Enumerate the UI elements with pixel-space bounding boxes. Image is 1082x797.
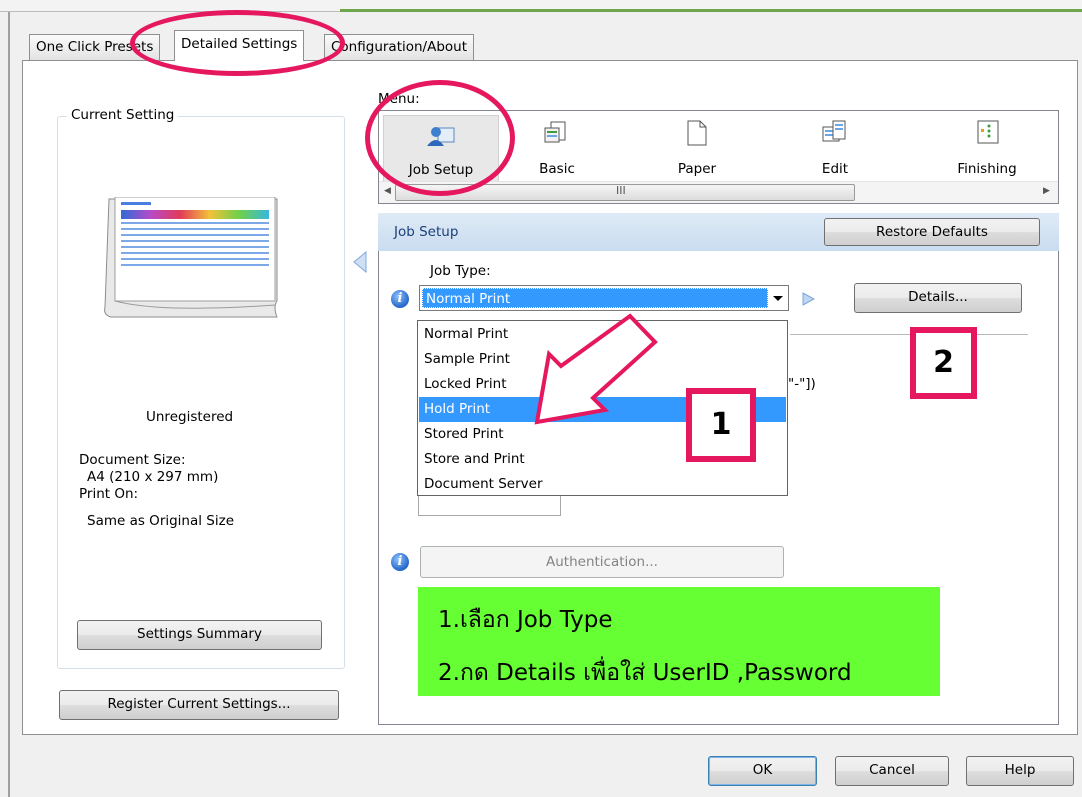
menu-item-finishing[interactable]: Finishing bbox=[929, 111, 1045, 179]
partial-text: "-"]) bbox=[788, 376, 816, 392]
menu-item-label: Edit bbox=[821, 161, 849, 177]
instruction-line-2: 2.กด Details เพื่อใส่ UserID ,Password bbox=[438, 660, 852, 686]
current-setting-title: Current Setting bbox=[67, 107, 179, 123]
help-button[interactable]: Help bbox=[966, 756, 1074, 786]
job-type-label: Job Type: bbox=[430, 263, 491, 279]
annotation-oval-detailed-settings bbox=[130, 10, 345, 76]
scroll-left-arrow-icon[interactable]: ◀ bbox=[384, 186, 391, 196]
info-icon[interactable]: i bbox=[391, 290, 409, 308]
scroll-right-arrow-icon[interactable]: ▶ bbox=[1043, 186, 1050, 196]
authentication-button[interactable]: Authentication... bbox=[420, 546, 784, 578]
instruction-note: 1.เลือก Job Type 2.กด Details เพื่อใส่ U… bbox=[418, 587, 940, 696]
info-icon[interactable]: i bbox=[391, 553, 409, 571]
annotation-arrow-icon bbox=[534, 313, 658, 425]
annotation-marker-1: 1 bbox=[686, 388, 756, 462]
document-size-label: Document Size: bbox=[79, 452, 186, 468]
restore-defaults-button[interactable]: Restore Defaults bbox=[824, 218, 1040, 246]
window-edge bbox=[8, 12, 10, 797]
title-bar-accent bbox=[340, 9, 1082, 12]
collapse-arrow-icon[interactable] bbox=[352, 250, 368, 274]
dropdown-option[interactable]: Document Server bbox=[419, 472, 786, 497]
job-type-selected-value: Normal Print bbox=[422, 288, 768, 308]
document-size-value: A4 (210 x 297 mm) bbox=[87, 469, 219, 485]
ok-button[interactable]: OK bbox=[708, 756, 817, 786]
menu-item-label: Finishing bbox=[957, 161, 1017, 177]
play-arrow-icon bbox=[802, 292, 816, 306]
details-button[interactable]: Details... bbox=[854, 283, 1022, 313]
hidden-input-field[interactable] bbox=[418, 496, 561, 516]
settings-summary-button[interactable]: Settings Summary bbox=[77, 620, 322, 650]
cancel-button[interactable]: Cancel bbox=[835, 756, 949, 786]
page-preview-icon bbox=[104, 197, 278, 318]
edit-icon bbox=[822, 120, 846, 142]
menu-item-basic[interactable]: Basic bbox=[499, 111, 615, 179]
register-current-settings-button[interactable]: Register Current Settings... bbox=[59, 690, 339, 720]
chevron-down-icon[interactable] bbox=[770, 288, 786, 308]
annotation-oval-job-setup bbox=[365, 80, 515, 196]
menu-item-label: Paper bbox=[677, 161, 717, 177]
scroll-grip: III bbox=[616, 184, 626, 197]
menu-item-label: Basic bbox=[539, 161, 575, 177]
basic-icon bbox=[544, 121, 566, 143]
print-on-value: Same as Original Size bbox=[87, 513, 235, 529]
registration-status: Unregistered bbox=[146, 409, 234, 425]
menu-item-edit[interactable]: Edit bbox=[777, 111, 893, 179]
job-setup-title: Job Setup bbox=[394, 224, 459, 240]
finishing-icon bbox=[977, 120, 999, 144]
paper-icon bbox=[687, 120, 707, 146]
separator bbox=[790, 334, 1028, 335]
tab-configuration-about[interactable]: Configuration/About bbox=[324, 34, 475, 60]
annotation-marker-2: 2 bbox=[910, 327, 977, 399]
instruction-line-1: 1.เลือก Job Type bbox=[438, 607, 613, 633]
menu-item-paper[interactable]: Paper bbox=[639, 111, 755, 179]
print-on-label: Print On: bbox=[79, 486, 139, 502]
